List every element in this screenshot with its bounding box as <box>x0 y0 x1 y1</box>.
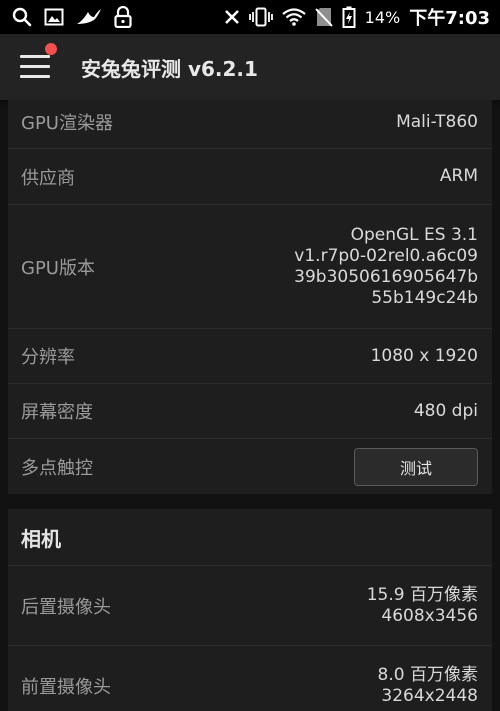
row-label: 屏幕密度 <box>21 402 93 423</box>
value-line: OpenGL ES 3.1 <box>350 224 478 245</box>
lock-icon <box>114 6 132 28</box>
row-value: Mali-T860 <box>396 111 478 132</box>
value-line: 15.9 百万像素 <box>366 584 478 605</box>
row-label: 前置摄像头 <box>21 676 111 698</box>
camera-card: 相机 后置摄像头 15.9 百万像素 4608x3456 前置摄像头 8.0 百… <box>8 509 492 711</box>
info-row-vendor: 供应商 ARM <box>8 148 492 204</box>
status-bar-right: 14% 下午7:03 <box>224 4 490 30</box>
status-bar-left <box>12 6 132 28</box>
row-label: 分辨率 <box>21 347 75 368</box>
row-value: 8.0 百万像素 3264x2448 <box>378 665 478 707</box>
info-row-resolution: 分辨率 1080 x 1920 <box>8 328 492 383</box>
info-row-multitouch: 多点触控 测试 <box>8 438 492 494</box>
x-icon <box>224 9 240 25</box>
battery-charging-icon <box>342 6 356 28</box>
gpu-info-card: GPU渲染器 Mali-T860 供应商 ARM GPU版本 OpenGL ES… <box>8 100 492 494</box>
row-label: GPU渲染器 <box>21 113 113 134</box>
menu-button[interactable] <box>20 43 57 79</box>
info-row-rear-camera: 后置摄像头 15.9 百万像素 4608x3456 <box>8 565 492 645</box>
app-title: 安兔兔评测 v6.2.1 <box>81 56 258 81</box>
value-line: 55b149c24b <box>371 287 478 308</box>
notification-dot <box>45 43 57 55</box>
value-line: 4608x3456 <box>381 605 478 626</box>
app-bar: 安兔兔评测 v6.2.1 <box>0 34 500 100</box>
value-line: 39b3050616905647b <box>294 266 478 287</box>
section-title: 相机 <box>21 527 61 551</box>
value-line: 8.0 百万像素 <box>377 664 478 685</box>
menu-icon <box>20 55 50 58</box>
row-value: 15.9 百万像素 4608x3456 <box>367 585 478 627</box>
clock: 下午7:03 <box>409 8 490 29</box>
row-value: ARM <box>439 166 478 186</box>
battery-percent: 14% <box>364 7 401 27</box>
row-label: 供应商 <box>21 167 75 189</box>
info-row-gpu-version: GPU版本 OpenGL ES 3.1 v1.r7p0-02rel0.a6c09… <box>8 204 492 328</box>
info-row-gpu-renderer: GPU渲染器 Mali-T860 <box>8 100 492 148</box>
value-line: v1.r7p0-02rel0.a6c09 <box>294 245 478 266</box>
image-icon <box>44 8 64 26</box>
vibrate-icon <box>248 7 273 27</box>
info-row-front-camera: 前置摄像头 8.0 百万像素 3264x2448 <box>8 645 492 711</box>
search-icon <box>12 7 32 27</box>
row-label: 后置摄像头 <box>21 596 111 618</box>
no-sim-icon <box>314 7 333 27</box>
status-bar: 14% 下午7:03 <box>0 0 500 34</box>
value-line: 3264x2448 <box>381 685 478 706</box>
row-label: 多点触控 <box>21 457 93 479</box>
multitouch-test-button[interactable]: 测试 <box>354 447 478 486</box>
row-value: 480 dpi <box>413 400 478 421</box>
wifi-icon <box>281 8 306 26</box>
row-label: GPU版本 <box>21 257 95 279</box>
row-value: OpenGL ES 3.1 v1.r7p0-02rel0.a6c09 39b30… <box>294 225 478 309</box>
bird-icon <box>76 8 102 26</box>
info-row-screen-density: 屏幕密度 480 dpi <box>8 383 492 438</box>
main-content[interactable]: GPU渲染器 Mali-T860 供应商 ARM GPU版本 OpenGL ES… <box>0 100 500 711</box>
row-value: 1080 x 1920 <box>370 345 478 366</box>
